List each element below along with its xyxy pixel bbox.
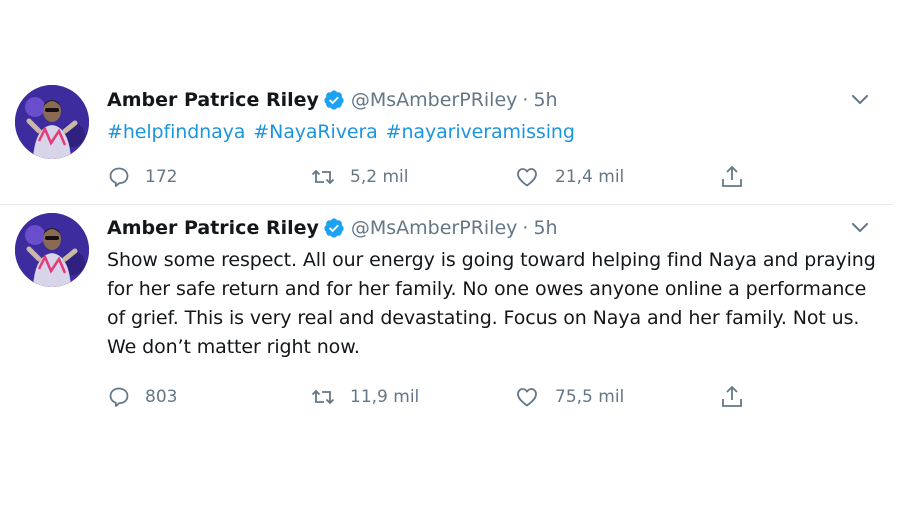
retweet-count: 11,9 mil <box>350 387 420 407</box>
speech-bubble-icon <box>109 387 129 407</box>
reply-button[interactable]: 803 <box>107 384 177 410</box>
share-button[interactable] <box>719 164 759 190</box>
retweet-button[interactable]: 11,9 mil <box>310 384 419 410</box>
reply-count: 172 <box>145 167 178 187</box>
verified-badge-icon <box>323 89 345 111</box>
separator-dot: · <box>522 217 529 239</box>
timestamp[interactable]: 5h <box>533 86 557 114</box>
author-handle[interactable]: @MsAmberPRiley <box>351 86 518 114</box>
share-upload-icon <box>722 386 742 407</box>
like-button[interactable]: 21,4 mil <box>515 164 624 190</box>
reply-count: 803 <box>145 387 178 407</box>
retweet-arrows-icon <box>311 389 335 405</box>
heart-outline-icon <box>517 168 537 187</box>
like-count: 75,5 mil <box>555 387 625 407</box>
speech-bubble-icon <box>109 167 129 187</box>
like-button[interactable]: 75,5 mil <box>515 384 624 410</box>
avatar[interactable] <box>15 85 89 159</box>
retweet-count: 5,2 mil <box>350 167 409 187</box>
tweet-text[interactable]: Show some respect. All our energy is goi… <box>107 246 877 362</box>
share-button[interactable] <box>719 384 759 410</box>
heart-outline-icon <box>517 388 537 407</box>
share-upload-icon <box>722 166 742 187</box>
tweet[interactable]: Amber Patrice Riley @MsAmberPRiley · 5h … <box>0 206 893 426</box>
tweet-actions: 172 5,2 mil 21,4 mil <box>107 164 757 190</box>
like-count: 21,4 mil <box>555 167 625 187</box>
tweet-feed: Amber Patrice Riley @MsAmberPRiley · 5h … <box>0 0 900 505</box>
author-handle[interactable]: @MsAmberPRiley <box>351 214 518 242</box>
tweet-header: Amber Patrice Riley @MsAmberPRiley · 5h <box>107 214 558 242</box>
author-name[interactable]: Amber Patrice Riley <box>107 214 319 242</box>
tweet-header: Amber Patrice Riley @MsAmberPRiley · 5h <box>107 86 558 114</box>
separator-dot: · <box>522 89 529 111</box>
avatar[interactable] <box>15 213 89 287</box>
tweet-divider <box>0 204 893 205</box>
author-name[interactable]: Amber Patrice Riley <box>107 86 319 114</box>
tweet[interactable]: Amber Patrice Riley @MsAmberPRiley · 5h … <box>0 78 893 204</box>
reply-button[interactable]: 172 <box>107 164 177 190</box>
chevron-down-icon[interactable] <box>850 220 870 234</box>
verified-badge-icon <box>323 217 345 239</box>
timestamp[interactable]: 5h <box>533 214 557 242</box>
retweet-arrows-icon <box>311 169 335 185</box>
retweet-button[interactable]: 5,2 mil <box>310 164 408 190</box>
tweet-actions: 803 11,9 mil 75,5 mil <box>107 384 757 410</box>
tweet-text[interactable]: #helpfindnaya #NayaRivera #nayariveramis… <box>107 118 877 147</box>
chevron-down-icon[interactable] <box>850 92 870 106</box>
